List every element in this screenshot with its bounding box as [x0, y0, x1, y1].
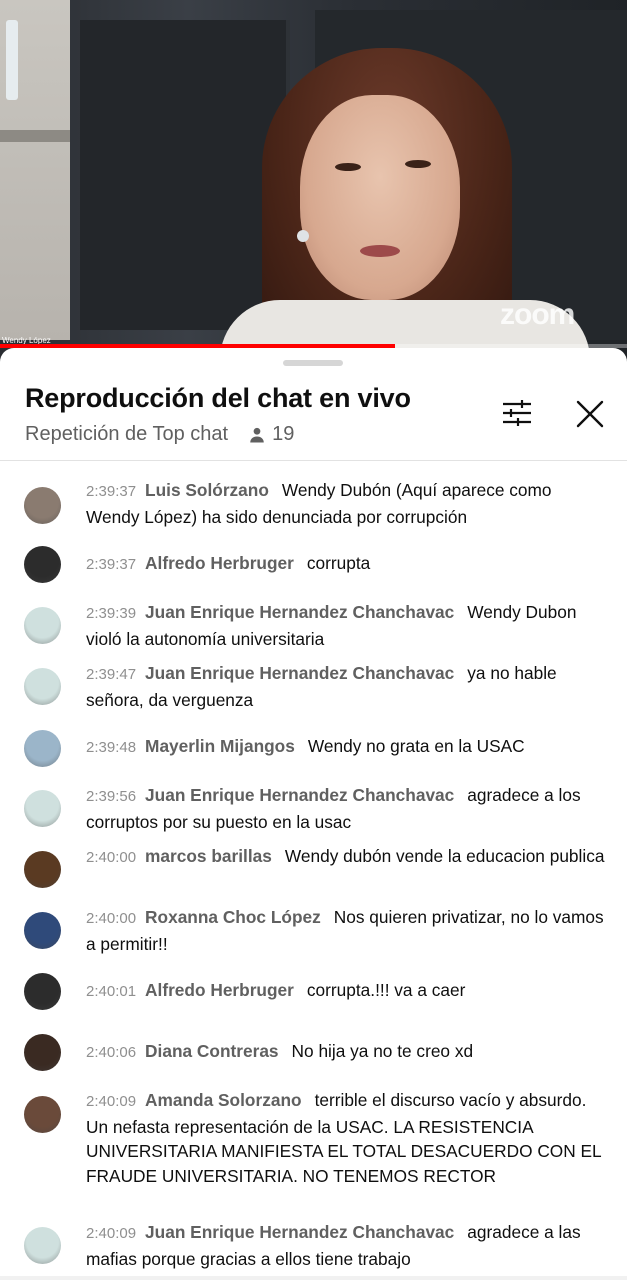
chat-message-body: 2:40:09 Juan Enrique Hernandez Chanchavac…: [86, 1220, 606, 1271]
message-timestamp: 2:39:37: [86, 483, 137, 500]
person-icon: [250, 427, 264, 442]
chat-message-body: 2:39:39 Juan Enrique Hernandez Chanchavac…: [86, 600, 606, 651]
message-author[interactable]: Roxanna Choc López: [145, 907, 321, 927]
chat-filter-button[interactable]: [496, 392, 538, 434]
chat-message-body: 2:39:48 Mayerlin Mijangos Wendy no grata e…: [86, 734, 606, 761]
message-author[interactable]: Juan Enrique Hernandez Chanchavac: [145, 663, 454, 683]
zoom-watermark: zoom: [500, 298, 575, 331]
message-author[interactable]: Mayerlin Mijangos: [145, 736, 295, 756]
message-timestamp: 2:40:00: [86, 849, 137, 866]
message-author[interactable]: Alfredo Herbruger: [145, 980, 294, 1000]
avatar[interactable]: [24, 1034, 61, 1071]
speaker-face: [300, 95, 460, 300]
chat-message-body: 2:39:47 Juan Enrique Hernandez Chanchavac…: [86, 661, 606, 712]
speaker-eye-left: [335, 163, 361, 171]
message-text: corrupta: [306, 553, 371, 573]
avatar[interactable]: [24, 546, 61, 583]
message-author[interactable]: Alfredo Herbruger: [145, 553, 294, 573]
avatar[interactable]: [24, 1096, 61, 1133]
close-chat-button[interactable]: [568, 392, 612, 436]
avatar[interactable]: [24, 668, 61, 705]
avatar[interactable]: [24, 730, 61, 767]
message-author[interactable]: Juan Enrique Hernandez Chanchavac: [145, 785, 454, 805]
message-timestamp: 2:39:48: [86, 739, 137, 756]
message-timestamp: 2:39:56: [86, 788, 137, 805]
message-author[interactable]: marcos barillas: [145, 846, 272, 866]
background-door: [80, 20, 290, 330]
background-bottle: [6, 20, 18, 100]
video-player[interactable]: zoom Wendy López: [0, 0, 627, 362]
chat-message-body: 2:40:01 Alfredo Herbruger corrupta.!!! va …: [86, 978, 606, 1005]
viewer-count-value: 19: [272, 423, 295, 445]
avatar[interactable]: [24, 790, 61, 827]
sheet-drag-handle[interactable]: [283, 360, 343, 366]
message-text: Wendy dubón vende la educacion publica: [284, 846, 605, 866]
message-author[interactable]: Diana Contreras: [145, 1041, 279, 1061]
message-text: corrupta.!!! va a caer: [306, 980, 466, 1000]
chat-message-body: 2:39:37 Luis Solórzano Wendy Dubón (Aquí a…: [86, 478, 606, 529]
chat-message-body: 2:40:09 Amanda Solorzano terrible el discu…: [86, 1088, 606, 1188]
chat-message-body: 2:40:06 Diana Contreras No hija ya no te c…: [86, 1039, 606, 1066]
message-timestamp: 2:39:39: [86, 605, 137, 622]
chat-message-body: 2:39:37 Alfredo Herbruger corrupta: [86, 551, 606, 578]
message-timestamp: 2:39:47: [86, 666, 137, 683]
message-timestamp: 2:40:09: [86, 1225, 137, 1242]
sheet-subtitle-row: Repetición de Top chat 19: [25, 423, 294, 446]
message-author[interactable]: Juan Enrique Hernandez Chanchavac: [145, 602, 454, 622]
message-text: No hija ya no te creo xd: [291, 1041, 474, 1061]
viewer-count: 19: [248, 423, 294, 446]
avatar[interactable]: [24, 851, 61, 888]
speaker-eye-right: [405, 160, 431, 168]
message-timestamp: 2:40:01: [86, 983, 137, 1000]
message-timestamp: 2:40:00: [86, 910, 137, 927]
message-timestamp: 2:40:06: [86, 1044, 137, 1061]
avatar[interactable]: [24, 973, 61, 1010]
background-shelf: [0, 130, 70, 142]
bottom-edge: [0, 1276, 627, 1280]
chat-message-body: 2:40:00 Roxanna Choc López Nos quieren pri…: [86, 905, 606, 956]
avatar[interactable]: [24, 912, 61, 949]
message-text: Wendy no grata en la USAC: [307, 736, 525, 756]
header-divider: [0, 460, 627, 461]
message-author[interactable]: Luis Solórzano: [145, 480, 269, 500]
message-timestamp: 2:40:09: [86, 1093, 137, 1110]
avatar[interactable]: [24, 1227, 61, 1264]
chat-message-body: 2:39:56 Juan Enrique Hernandez Chanchavac…: [86, 783, 606, 834]
speaker-earring: [297, 230, 309, 242]
chat-mode-label[interactable]: Repetición de Top chat: [25, 423, 228, 446]
chat-message-body: 2:40:00 marcos barillas Wendy dubón vende …: [86, 844, 606, 871]
close-x-icon: [576, 400, 604, 428]
message-timestamp: 2:39:37: [86, 556, 137, 573]
sheet-title: Reproducción del chat en vivo: [25, 383, 411, 413]
avatar[interactable]: [24, 607, 61, 644]
message-author[interactable]: Amanda Solorzano: [145, 1090, 302, 1110]
avatar[interactable]: [24, 487, 61, 524]
speaker-mouth: [360, 245, 400, 257]
tune-sliders-icon: [503, 400, 531, 426]
message-author[interactable]: Juan Enrique Hernandez Chanchavac: [145, 1222, 454, 1242]
